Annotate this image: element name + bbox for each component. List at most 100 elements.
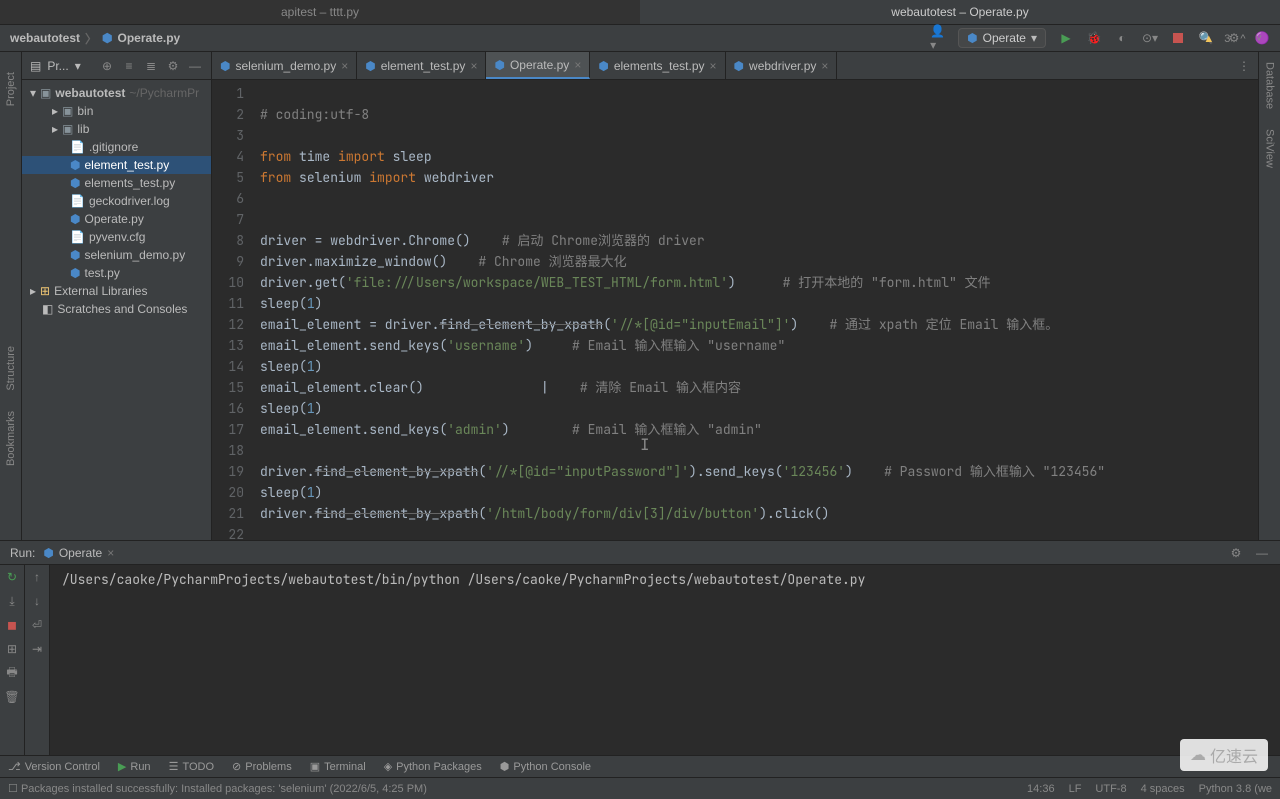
bookmarks-tool-tab[interactable]: Bookmarks	[5, 411, 17, 466]
tree-folder-bin[interactable]: ▸▣bin	[22, 102, 211, 120]
soft-wrap-icon[interactable]: ⏎	[29, 617, 45, 633]
tree-file[interactable]: 📄.gitignore	[22, 138, 211, 156]
code-content[interactable]: # coding:utf-8 from time import sleep fr…	[260, 80, 1258, 540]
editor-body[interactable]: 12345678910111213141516171819202122 # co…	[212, 80, 1258, 540]
select-opened-icon[interactable]: ⊕	[99, 58, 115, 74]
scroll-end-icon[interactable]: ⇥	[29, 641, 45, 657]
debug-button[interactable]: 🐞	[1086, 30, 1102, 46]
problems-tool-tab[interactable]: ⊘Problems	[232, 760, 292, 773]
python-icon: ⬢	[70, 158, 80, 172]
close-icon[interactable]: ×	[710, 59, 717, 73]
tree-file[interactable]: 📄pyvenv.cfg	[22, 228, 211, 246]
branch-icon: ⎇	[8, 760, 21, 773]
run-button[interactable]: ▶	[1058, 30, 1074, 46]
structure-tool-tab[interactable]: Structure	[5, 346, 17, 391]
tree-ext-libs[interactable]: ▸⊞External Libraries	[22, 282, 211, 300]
tabs-menu-icon[interactable]: ⋮	[1230, 59, 1258, 73]
tree-scratches[interactable]: ◧Scratches and Consoles	[22, 300, 211, 318]
user-icon[interactable]: 👤▾	[930, 30, 946, 46]
console-output[interactable]: /Users/caoke/PycharmProjects/webautotest…	[50, 565, 1280, 755]
tree-root[interactable]: ▾ ▣ webautotest ~/PycharmPr	[22, 84, 211, 102]
indent-settings[interactable]: 4 spaces	[1141, 783, 1185, 795]
tree-file-selected[interactable]: ⬢element_test.py	[22, 156, 211, 174]
collapse-all-icon[interactable]: ≣	[143, 58, 159, 74]
editor-tab[interactable]: ⬢webdriver.py×	[726, 52, 838, 79]
python-icon: ⬢	[365, 59, 375, 73]
tree-file[interactable]: 📄geckodriver.log	[22, 192, 211, 210]
close-icon[interactable]: ×	[574, 58, 581, 72]
stop-icon[interactable]: ◼	[4, 617, 20, 633]
content-area: Project Structure Bookmarks ▤ Pr... ▾ ⊕ …	[0, 52, 1280, 540]
python-icon: ⬢	[102, 31, 112, 45]
expand-all-icon[interactable]: ≡	[121, 58, 137, 74]
delete-icon[interactable]: 🗑	[4, 689, 20, 705]
editor-tab[interactable]: ⬢selenium_demo.py×	[212, 52, 357, 79]
tree-file[interactable]: ⬢elements_test.py	[22, 174, 211, 192]
run-label: Run:	[10, 546, 35, 560]
tree-file[interactable]: ⬢selenium_demo.py	[22, 246, 211, 264]
chevron-down-icon[interactable]: ▾	[75, 59, 81, 73]
bottom-toolwindow-bar: ⎇Version Control ▶Run ☰TODO ⊘Problems ▣T…	[0, 755, 1280, 777]
down-icon[interactable]: ↓	[29, 593, 45, 609]
editor-tab[interactable]: ⬢elements_test.py×	[590, 52, 725, 79]
close-icon[interactable]: ×	[341, 59, 348, 73]
editor-tab-active[interactable]: ⬢Operate.py×	[486, 52, 590, 79]
sciview-tool-tab[interactable]: SciView	[1264, 129, 1276, 168]
tree-root-label: webautotest	[55, 86, 125, 100]
breadcrumb-file[interactable]: Operate.py	[118, 31, 181, 45]
pyconsole-tool-tab[interactable]: ⬢Python Console	[500, 760, 591, 773]
tree-label: .gitignore	[89, 140, 138, 154]
encoding[interactable]: UTF-8	[1095, 783, 1126, 795]
interpreter[interactable]: Python 3.8 (we	[1199, 783, 1272, 795]
python-icon: ⬢	[220, 59, 230, 73]
macos-tab-inactive[interactable]: apitest – tttt.py	[0, 0, 640, 24]
print-icon[interactable]: 🖶	[4, 665, 20, 681]
tree-folder-lib[interactable]: ▸▣lib	[22, 120, 211, 138]
folder-icon: ▣	[62, 104, 73, 118]
hide-icon[interactable]: —	[187, 58, 203, 74]
settings-icon[interactable]: ⚙	[1228, 545, 1244, 561]
project-tree[interactable]: ▾ ▣ webautotest ~/PycharmPr ▸▣bin ▸▣lib …	[22, 80, 211, 322]
folder-icon: ▣	[40, 86, 51, 100]
vcs-tool-tab[interactable]: ⎇Version Control	[8, 760, 100, 773]
tree-file[interactable]: ⬢Operate.py	[22, 210, 211, 228]
line-separator[interactable]: LF	[1069, 783, 1082, 795]
event-log-icon[interactable]: ☐	[8, 782, 18, 795]
coverage-button[interactable]: ◐	[1114, 30, 1130, 46]
tree-label: geckodriver.log	[89, 194, 170, 208]
python-icon: ⬢	[70, 212, 80, 226]
up-icon[interactable]: ↑	[29, 569, 45, 585]
run-tab[interactable]: ⬢ Operate ×	[35, 546, 122, 560]
tree-file[interactable]: ⬢ test.py	[22, 264, 211, 282]
breadcrumb-project[interactable]: webautotest	[10, 31, 80, 45]
python-icon: ⬢	[494, 58, 504, 72]
project-view-name[interactable]: Pr...	[47, 59, 68, 73]
editor-tab[interactable]: ⬢element_test.py×	[357, 52, 486, 79]
run-tool-tab[interactable]: ▶Run	[118, 760, 151, 773]
pkg-tool-tab[interactable]: ◈Python Packages	[384, 760, 482, 773]
run-config-selector[interactable]: ⬢ Operate ▾	[958, 28, 1046, 48]
terminal-icon: ▣	[310, 760, 320, 773]
stop-button[interactable]	[1170, 30, 1186, 46]
todo-tool-tab[interactable]: ☰TODO	[169, 760, 214, 773]
close-icon[interactable]: ×	[107, 546, 114, 560]
rerun-icon[interactable]: ↻	[4, 569, 20, 585]
terminal-tool-tab[interactable]: ▣Terminal	[310, 760, 366, 773]
status-bar: ☐ Packages installed successfully: Insta…	[0, 777, 1280, 799]
chevron-right-icon: ▸	[30, 284, 36, 298]
layout-icon[interactable]: ⊞	[4, 641, 20, 657]
hide-icon[interactable]: —	[1254, 545, 1270, 561]
profile-button[interactable]: ⊙▾	[1142, 30, 1158, 46]
settings-icon[interactable]: ⚙	[165, 58, 181, 74]
step-icon[interactable]: ⤓	[4, 593, 20, 609]
macos-tab-active[interactable]: webautotest – Operate.py	[640, 0, 1280, 24]
caret-position[interactable]: 14:36	[1027, 783, 1055, 795]
tree-label: test.py	[84, 266, 119, 280]
right-toolwindow-bar: Database SciView	[1258, 52, 1280, 540]
database-tool-tab[interactable]: Database	[1264, 62, 1276, 109]
close-icon[interactable]: ×	[821, 59, 828, 73]
python-icon: ⬢	[70, 266, 80, 280]
project-tool-tab[interactable]: Project	[5, 72, 17, 106]
close-icon[interactable]: ×	[470, 59, 477, 73]
tree-label: bin	[77, 104, 93, 118]
